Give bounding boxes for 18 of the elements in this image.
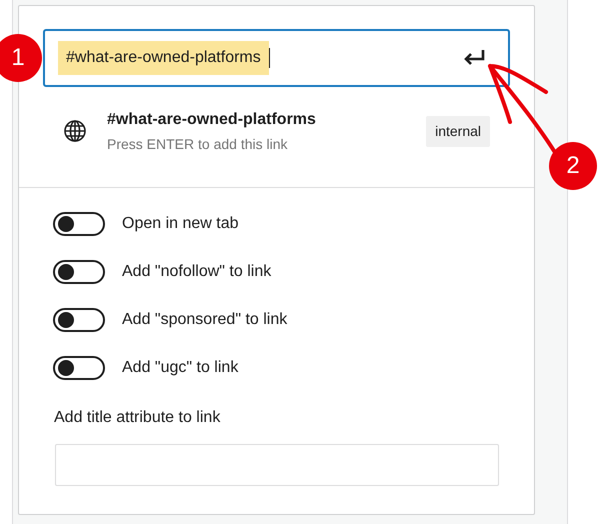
enter-icon[interactable] bbox=[462, 49, 486, 67]
toggle-switch[interactable] bbox=[53, 356, 105, 380]
suggestion-hint: Press ENTER to add this link bbox=[107, 134, 289, 154]
title-attribute-label: Add title attribute to link bbox=[54, 408, 220, 428]
setting-label: Open in new tab bbox=[122, 214, 239, 234]
link-input-field[interactable]: #what-are-owned-platforms bbox=[43, 29, 510, 87]
toggle-switch[interactable] bbox=[53, 260, 105, 284]
suggestion-title: #what-are-owned-platforms bbox=[107, 110, 317, 130]
setting-label: Add "nofollow" to link bbox=[122, 262, 272, 282]
setting-label: Add "ugc" to link bbox=[122, 358, 238, 378]
globe-icon bbox=[63, 119, 87, 143]
setting-label: Add "sponsored" to link bbox=[122, 310, 288, 330]
link-type-badge: internal bbox=[426, 116, 490, 146]
link-suggestion[interactable]: #what-are-owned-platforms Press ENTER to add this link internal bbox=[43, 101, 510, 161]
toggle-switch[interactable] bbox=[53, 212, 105, 236]
link-input-text: #what-are-owned-platforms bbox=[58, 41, 269, 75]
toggle-switch[interactable] bbox=[53, 308, 105, 332]
title-attribute-field[interactable] bbox=[55, 444, 499, 486]
